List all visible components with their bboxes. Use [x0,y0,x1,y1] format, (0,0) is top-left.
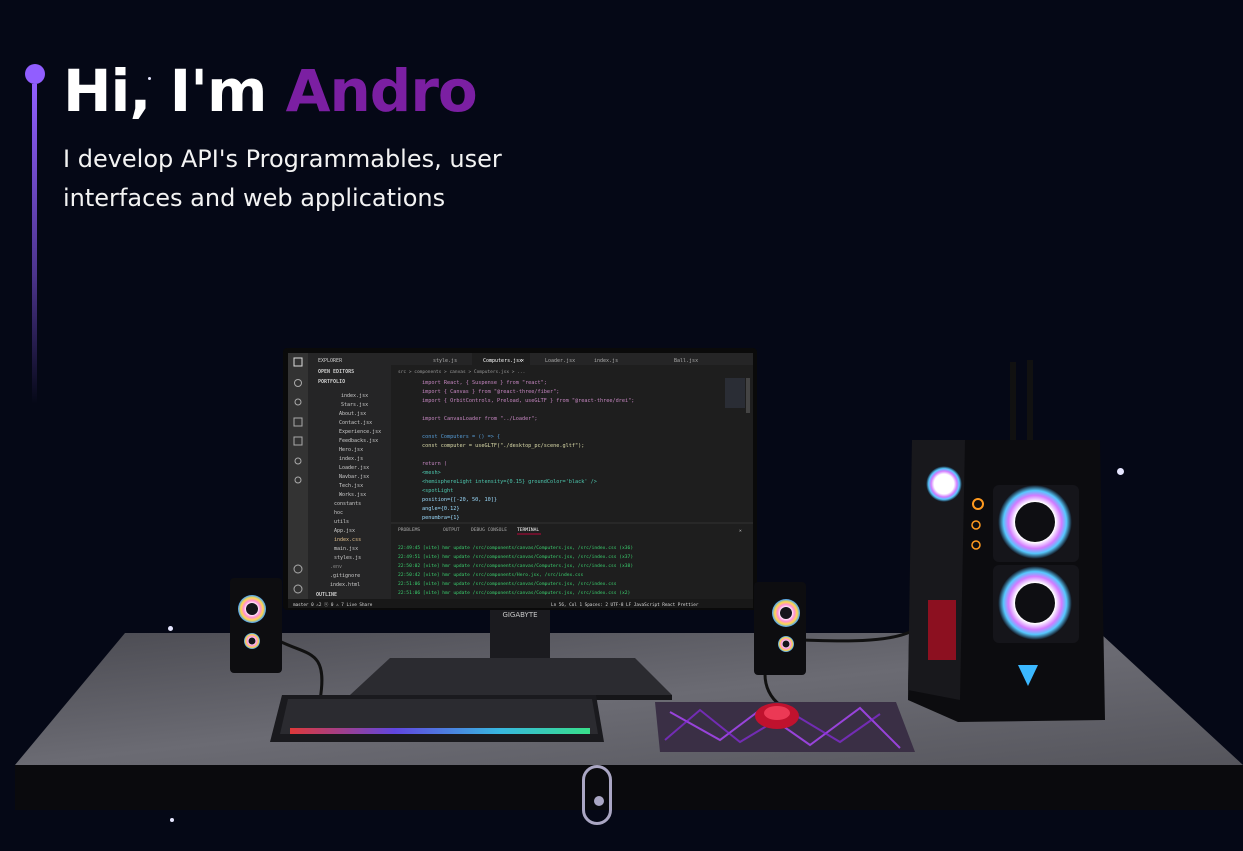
terminal-line: 22:50:42 [vite] hmr update /src/componen… [398,572,584,578]
editor-tab[interactable]: index.js [594,358,618,364]
editor-tab[interactable]: style.js [433,358,457,364]
file-item[interactable]: Contact.jsx [339,420,372,426]
hero-greeting: Hi, I'm [63,57,286,125]
editor-tab[interactable]: Loader.jsx [545,358,575,364]
code-line: import React, { Suspense } from "react"; [422,380,547,386]
portfolio-folder[interactable]: PORTFOLIO [318,379,345,385]
code-line: const computer = useGLTF("./desktop_pc/s… [422,443,584,449]
case-fan [926,466,962,502]
folder-item[interactable]: utils [334,519,349,525]
activity-bar [288,353,308,600]
file-item[interactable]: .env [330,564,342,570]
code-line: penumbra={1} [422,515,459,521]
editor-scrollbar[interactable] [746,378,750,413]
file-item[interactable]: Hero.jsx [339,447,363,453]
code-line: position={[-20, 50, 10]} [422,497,497,503]
code-line: import { OrbitControls, Preload, useGLTF… [422,398,634,404]
terminal-line: 22:49:45 [vite] hmr update /src/componen… [398,545,633,551]
code-line: angle={0.12} [422,506,459,512]
terminal-line: 22:50:02 [vite] hmr update /src/componen… [398,563,633,569]
panel-tab-active[interactable]: TERMINAL [517,527,539,533]
file-item[interactable]: index.css [334,537,361,543]
close-tab-icon[interactable]: × [521,358,524,364]
breadcrumb[interactable]: src > components > canvas > Computers.js… [398,369,525,375]
scroll-dot [594,796,604,806]
code-line: <hemisphereLight intensity={0.15} ground… [422,479,597,485]
vscode-screen: EXPLORER OPEN EDITORS PORTFOLIO index.js… [288,353,753,608]
editor-tab[interactable]: Ball.jsx [674,358,698,364]
terminal-line: 22:51:06 [vite] hmr update /src/componen… [398,590,630,596]
speaker-right [754,582,806,675]
folder-item[interactable]: constants [334,501,361,507]
file-item[interactable]: Tech.jsx [339,483,363,489]
code-line: import CanvasLoader from "../Loader"; [422,416,538,422]
hero-name: Andro [285,57,478,125]
file-item[interactable]: About.jsx [339,411,366,417]
terminal-line: 22:51:06 [vite] hmr update /src/componen… [398,581,617,587]
keyboard [270,695,604,742]
hero-line-dot [25,64,45,84]
file-item[interactable]: Feedbacks.jsx [339,438,378,444]
file-item[interactable]: Works.jsx [339,492,366,498]
pc-case [908,360,1105,722]
file-item[interactable]: styles.js [334,555,361,561]
file-item[interactable]: Experience.jsx [339,429,381,435]
file-item[interactable]: main.jsx [334,546,358,552]
file-item[interactable]: index.jsx [341,393,368,399]
desktop-pc-scene[interactable]: GIGABYTE EXPLORER OPEN EDITORS PORTFOLIO… [0,340,1243,851]
panel-tab[interactable]: DEBUG CONSOLE [471,527,507,533]
code-line: <mesh> [422,470,441,476]
close-panel-icon[interactable]: × [739,529,742,534]
file-item[interactable]: .gitignore [330,573,360,579]
minimap[interactable] [725,378,745,408]
code-line: import { Canvas } from "@react-three/fib… [422,389,559,395]
panel-tab[interactable]: PROBLEMS [398,527,420,533]
terminal-line: 22:49:51 [vite] hmr update /src/componen… [398,554,633,560]
file-item[interactable]: Loader.jsx [339,465,369,471]
hero-title: Hi, I'm Andro [63,54,478,128]
file-item[interactable]: index.html [330,582,360,588]
file-item[interactable]: index.js [339,456,363,462]
code-line: <spotLight [422,488,453,494]
scroll-indicator[interactable] [582,765,612,825]
file-item[interactable]: App.jsx [334,528,355,534]
file-item[interactable]: Stars.jsx [341,402,368,408]
mouse [755,703,799,729]
outline-section[interactable]: OUTLINE [316,592,337,598]
status-right[interactable]: Ln 56, Col 1 Spaces: 2 UTF-8 LF JavaScri… [551,602,699,608]
code-line: return ( [422,461,447,467]
folder-item[interactable]: hoc [334,510,343,516]
hero-subtitle: I develop API's Programmables, user inte… [63,145,502,212]
monitor-brand: GIGABYTE [502,611,537,619]
panel-tab[interactable]: OUTPUT [443,527,460,533]
explorer-title: EXPLORER [318,358,343,364]
open-editors-section[interactable]: OPEN EDITORS [318,369,354,375]
speaker-left [230,578,282,673]
status-bar: master 0 ⚠2 ⓧ 0 ⚠ 7 Live Share Ln 56, Co… [288,599,753,608]
status-left[interactable]: master 0 ⚠2 ⓧ 0 ⚠ 7 Live Share [293,601,373,608]
file-item[interactable]: Navbar.jsx [339,474,369,480]
editor-tab-active[interactable]: Computers.jsx [483,358,522,364]
explorer-sidebar: EXPLORER OPEN EDITORS PORTFOLIO index.js… [308,353,391,600]
code-line: const Computers = () => { [422,434,500,440]
